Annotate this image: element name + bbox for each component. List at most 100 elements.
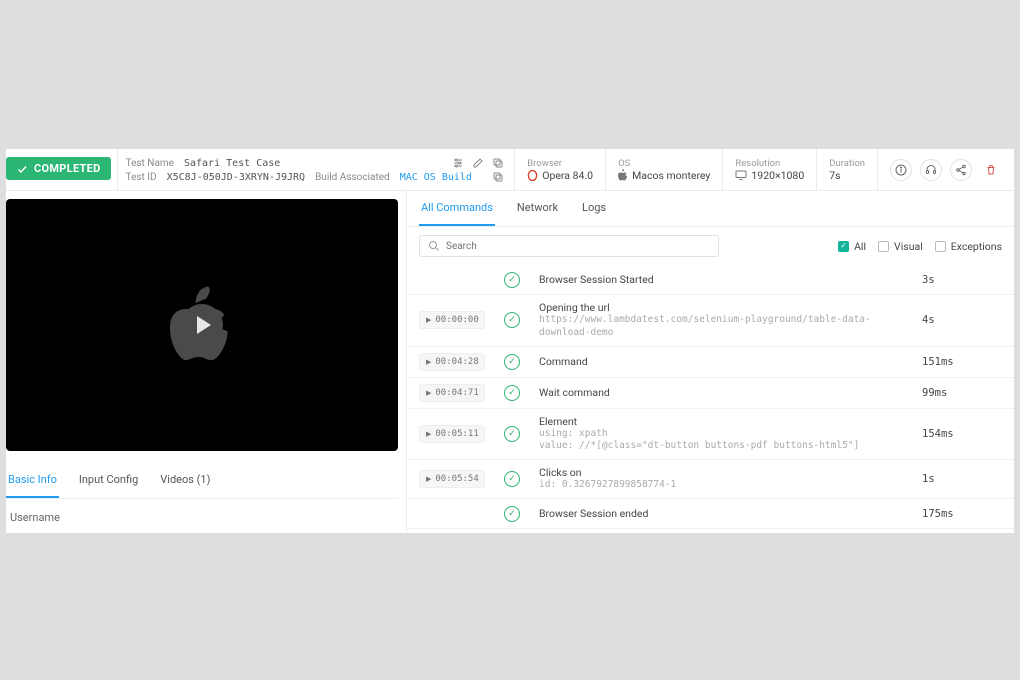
- command-subtext: id: 0.3267927899858774-1: [539, 479, 906, 492]
- env-resolution-value: 1920×1080: [751, 169, 804, 182]
- video-preview[interactable]: [6, 199, 398, 451]
- command-rows: Browser Session Started 3s ▶ 00:00:00 Openi…: [407, 265, 1014, 529]
- env-os: OS Macos monterey: [605, 149, 722, 190]
- filter-all-label: All: [854, 240, 866, 253]
- command-text: Command: [539, 355, 906, 368]
- copy-icon[interactable]: [492, 171, 504, 183]
- left-panel: Basic Info Input Config Videos (1) Usern…: [6, 191, 406, 533]
- command-row[interactable]: ▶ 00:00:00 Opening the urlhttps://www.lam…: [407, 295, 1014, 347]
- checkbox-icon: [935, 241, 946, 252]
- duration-text: 4s: [922, 314, 1002, 326]
- env-browser-label: Browser: [527, 158, 593, 169]
- username-label: Username: [10, 511, 60, 524]
- info-button[interactable]: [890, 159, 912, 181]
- checkbox-icon: [878, 241, 889, 252]
- tab-basic-info[interactable]: Basic Info: [6, 463, 59, 498]
- basic-info-body: Username: [6, 499, 398, 536]
- success-icon: [504, 354, 520, 370]
- command-row[interactable]: ▶ 00:04:71 Wait command 99ms: [407, 378, 1014, 409]
- env-duration-value: 7s: [829, 169, 865, 182]
- share-button[interactable]: [950, 159, 972, 181]
- timestamp-badge[interactable]: ▶ 00:05:54: [419, 470, 485, 488]
- test-name-value: Safari Test Case: [184, 158, 280, 169]
- duration-text: 1s: [922, 473, 1002, 485]
- filter-visual[interactable]: Visual: [878, 240, 923, 253]
- command-row[interactable]: ▶ 00:05:11 Elementusing: xpath value: //*…: [407, 409, 1014, 461]
- opera-icon: [527, 170, 538, 181]
- status-col: [501, 354, 523, 370]
- play-button[interactable]: [181, 304, 223, 346]
- search-box[interactable]: [419, 235, 719, 257]
- timestamp-slot: ▶ 00:04:71: [419, 384, 485, 402]
- monitor-icon: [735, 170, 747, 180]
- status-badge: COMPLETED: [6, 157, 111, 180]
- test-name-label: Test Name: [126, 158, 174, 169]
- command-text: Browser Session ended: [539, 507, 906, 520]
- filter-exceptions[interactable]: Exceptions: [935, 240, 1002, 253]
- timestamp-badge[interactable]: ▶ 00:04:28: [419, 353, 485, 371]
- settings-sliders-icon[interactable]: [452, 157, 464, 169]
- filters: All Visual Exceptions: [838, 240, 1002, 253]
- play-icon: [197, 316, 211, 334]
- success-icon: [504, 312, 520, 328]
- search-input[interactable]: [446, 241, 710, 252]
- status-col: [501, 312, 523, 328]
- build-assoc-link[interactable]: MAC OS Build: [400, 172, 472, 183]
- info-icon: [895, 164, 907, 176]
- tab-network[interactable]: Network: [515, 191, 560, 226]
- success-icon: [504, 385, 520, 401]
- duration-text: 3s: [922, 274, 1002, 286]
- command-text: Elementusing: xpath value: //*[@class="d…: [539, 415, 906, 454]
- status-col: [501, 426, 523, 442]
- edit-icon[interactable]: [472, 157, 484, 169]
- timestamp-badge[interactable]: ▶ 00:05:11: [419, 425, 485, 443]
- command-subtext: using: xpath value: //*[@class="dt-butto…: [539, 428, 906, 454]
- command-row[interactable]: Browser Session ended175ms: [407, 499, 1014, 529]
- filter-visual-label: Visual: [894, 240, 923, 253]
- tab-all-commands[interactable]: All Commands: [419, 191, 495, 226]
- env-os-label: OS: [618, 158, 710, 169]
- app-frame: COMPLETED Test Name Safari Test Case Tes…: [6, 149, 1014, 533]
- left-tabs: Basic Info Input Config Videos (1): [6, 463, 398, 499]
- timestamp-badge[interactable]: ▶ 00:04:71: [419, 384, 485, 402]
- command-row[interactable]: ▶ 00:05:54 Clicks onid: 0.326792789985877…: [407, 460, 1014, 499]
- command-text: Browser Session Started: [539, 273, 906, 286]
- command-text: Wait command: [539, 386, 906, 399]
- delete-button[interactable]: [980, 159, 1002, 181]
- test-meta: Test Name Safari Test Case Test ID X5C8J…: [117, 149, 515, 190]
- test-header: COMPLETED Test Name Safari Test Case Tes…: [6, 149, 1014, 191]
- headset-button[interactable]: [920, 159, 942, 181]
- env-resolution: Resolution 1920×1080: [722, 149, 816, 190]
- success-icon: [504, 506, 520, 522]
- command-row[interactable]: ▶ 00:04:28 Command 151ms: [407, 347, 1014, 378]
- headset-icon: [925, 164, 937, 176]
- trash-icon: [985, 164, 997, 176]
- copy-icon[interactable]: [492, 157, 504, 169]
- status-col: [501, 272, 523, 288]
- env-duration-label: Duration: [829, 158, 865, 169]
- duration-text: 151ms: [922, 356, 1002, 368]
- tab-input-config[interactable]: Input Config: [77, 463, 140, 498]
- checkbox-icon: [838, 241, 849, 252]
- timestamp-slot: ▶ 00:00:00: [419, 311, 485, 329]
- main: Basic Info Input Config Videos (1) Usern…: [6, 191, 1014, 533]
- test-id-label: Test ID: [126, 172, 157, 183]
- tab-videos[interactable]: Videos (1): [158, 463, 212, 498]
- filter-all[interactable]: All: [838, 240, 866, 253]
- check-icon: [16, 163, 28, 175]
- command-text: Clicks onid: 0.3267927899858774-1: [539, 466, 906, 492]
- command-row[interactable]: Browser Session Started 3s: [407, 265, 1014, 295]
- right-panel: All Commands Network Logs All Visual: [406, 191, 1014, 533]
- command-subtext: https://www.lambdatest.com/selenium-play…: [539, 314, 906, 340]
- command-text: Opening the urlhttps://www.lambdatest.co…: [539, 301, 906, 340]
- timestamp-slot: ▶ 00:04:28: [419, 353, 485, 371]
- env-resolution-label: Resolution: [735, 158, 804, 169]
- status-col: [501, 385, 523, 401]
- env-browser-value: Opera 84.0: [542, 169, 593, 182]
- env-os-value: Macos monterey: [632, 169, 710, 182]
- duration-text: 154ms: [922, 428, 1002, 440]
- tab-logs[interactable]: Logs: [580, 191, 608, 226]
- timestamp-badge[interactable]: ▶ 00:00:00: [419, 311, 485, 329]
- duration-text: 99ms: [922, 387, 1002, 399]
- filter-exceptions-label: Exceptions: [951, 240, 1002, 253]
